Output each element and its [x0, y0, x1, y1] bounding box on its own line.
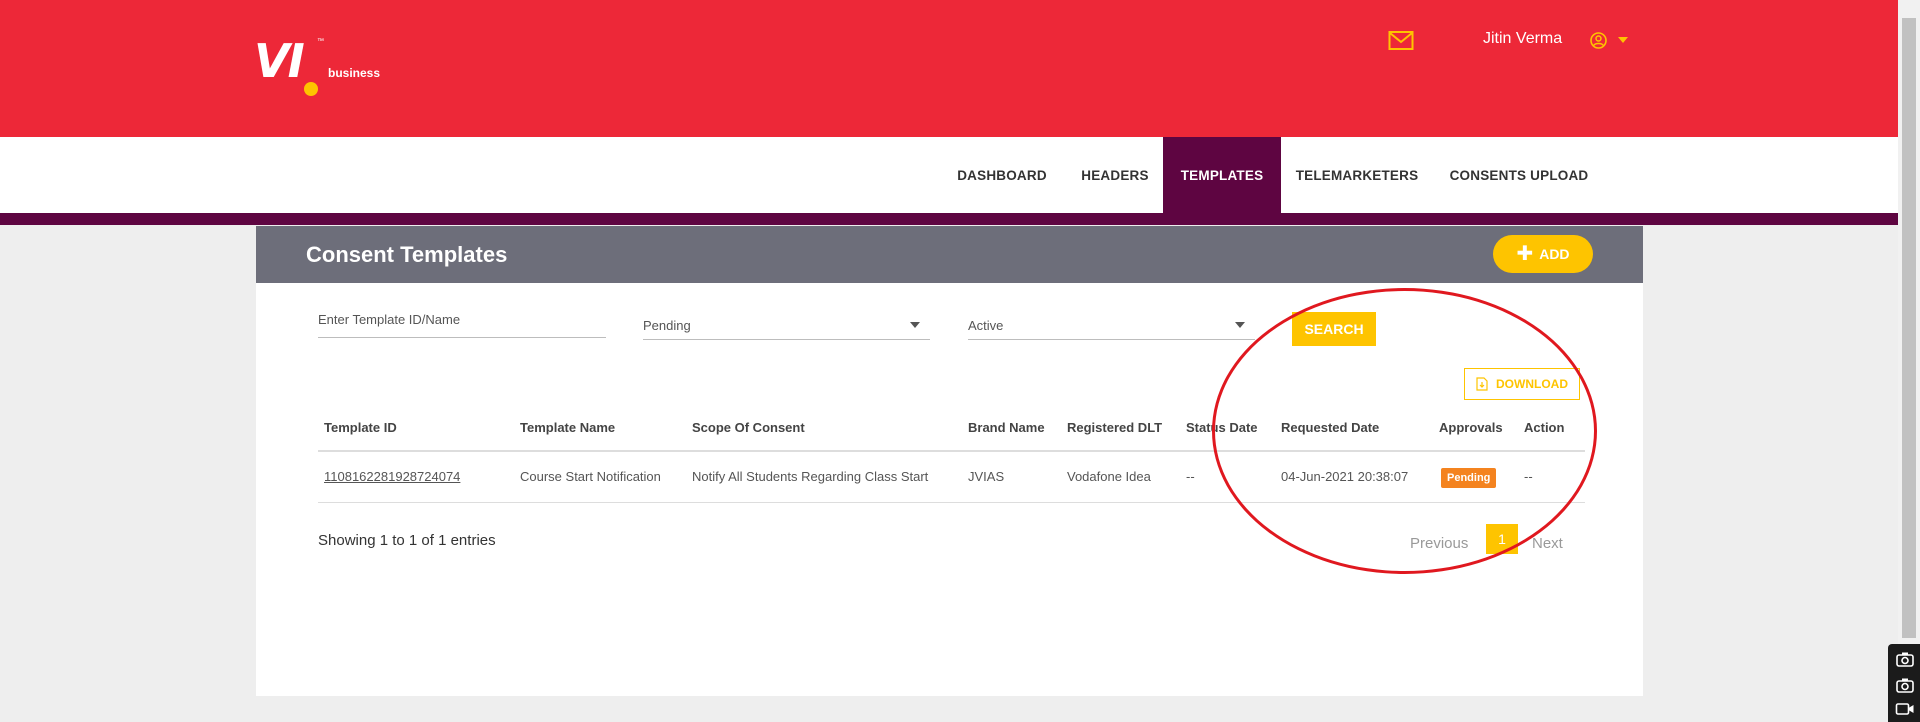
table-row-brand: JVIAS	[968, 469, 1005, 484]
video-icon[interactable]	[1895, 700, 1915, 718]
table-row-scope: Notify All Students Regarding Class Star…	[692, 469, 929, 484]
col-header-template-name[interactable]: Template Name	[520, 406, 615, 450]
file-download-icon	[1476, 377, 1488, 391]
nav-consents-upload[interactable]: CONSENTS UPLOAD	[1433, 137, 1605, 213]
table-row-approvals: Pending	[1441, 452, 1497, 502]
chevron-down-icon	[1235, 322, 1245, 328]
consent-templates-panel: Consent Templates ✚ ADD Pending Active S…	[256, 226, 1643, 696]
col-header-requested-date[interactable]: Requested Date	[1281, 406, 1379, 450]
col-header-status-date[interactable]: Status Date	[1186, 406, 1258, 450]
add-button[interactable]: ✚ ADD	[1493, 235, 1593, 273]
mail-icon[interactable]	[1388, 30, 1414, 52]
camera-icon[interactable]	[1895, 650, 1915, 668]
table-row-template-id[interactable]: 1108162281928724074	[324, 452, 460, 502]
table-row-status-date: --	[1186, 469, 1195, 484]
logo-trademark: ™	[317, 38, 324, 45]
vi-business-logo[interactable]: VI ™ business	[254, 34, 394, 100]
nav-templates[interactable]: TEMPLATES	[1163, 137, 1281, 213]
col-header-action[interactable]: Action	[1524, 406, 1564, 450]
entries-info: Showing 1 to 1 of 1 entries	[318, 532, 496, 549]
download-button[interactable]: DOWNLOAD	[1464, 368, 1580, 400]
user-menu-chevron-down-icon[interactable]	[1618, 37, 1628, 43]
table-row-requested-date: 04-Jun-2021 20:38:07	[1281, 469, 1409, 484]
nav-headers[interactable]: HEADERS	[1064, 137, 1166, 213]
col-header-brand-name[interactable]: Brand Name	[968, 406, 1045, 450]
user-name[interactable]: Jitin Verma	[1483, 30, 1562, 48]
logo-dot	[304, 82, 318, 96]
approval-status-value: Pending	[643, 318, 691, 333]
table-row-action: --	[1524, 469, 1533, 484]
top-header: VI ™ business Jitin Verma	[0, 0, 1898, 137]
template-search-input[interactable]	[318, 308, 606, 327]
row-divider	[318, 502, 1585, 503]
camera-icon[interactable]	[1895, 676, 1915, 694]
table-row-template-name: Course Start Notification	[520, 469, 661, 484]
page-title: Consent Templates	[306, 242, 508, 267]
user-circle-icon[interactable]	[1590, 32, 1607, 49]
status-badge: Pending	[1441, 468, 1497, 488]
active-status-value: Active	[968, 318, 1004, 333]
approval-status-select[interactable]: Pending	[643, 310, 930, 340]
add-button-label: ADD	[1539, 246, 1570, 262]
chevron-down-icon	[910, 322, 920, 328]
nav-underline-bar	[0, 213, 1898, 225]
logo-business-text: business	[328, 66, 381, 80]
pagination-next[interactable]: Next	[1532, 535, 1563, 552]
nav-dashboard[interactable]: DASHBOARD	[940, 137, 1064, 213]
table-row-dlt: Vodafone Idea	[1067, 469, 1151, 484]
template-search-field[interactable]	[318, 308, 606, 338]
scrollbar-thumb[interactable]	[1902, 18, 1916, 638]
active-status-select[interactable]: Active	[968, 310, 1255, 340]
capture-widget	[1888, 644, 1920, 722]
nav-telemarketers[interactable]: TELEMARKETERS	[1281, 137, 1433, 213]
panel-header: Consent Templates ✚ ADD	[256, 226, 1643, 283]
plus-icon: ✚	[1516, 243, 1534, 265]
search-button[interactable]: SEARCH	[1292, 312, 1376, 346]
col-header-scope-of-consent[interactable]: Scope Of Consent	[692, 406, 805, 450]
pagination-previous[interactable]: Previous	[1410, 535, 1468, 552]
col-header-template-id[interactable]: Template ID	[324, 406, 397, 450]
logo-vi-text: VI	[254, 34, 305, 88]
template-id-link[interactable]: 1108162281928724074	[324, 469, 460, 484]
download-button-label: DOWNLOAD	[1496, 377, 1568, 391]
col-header-approvals[interactable]: Approvals	[1439, 406, 1503, 450]
pagination-page-1[interactable]: 1	[1486, 524, 1518, 554]
col-header-registered-dlt[interactable]: Registered DLT	[1067, 406, 1162, 450]
